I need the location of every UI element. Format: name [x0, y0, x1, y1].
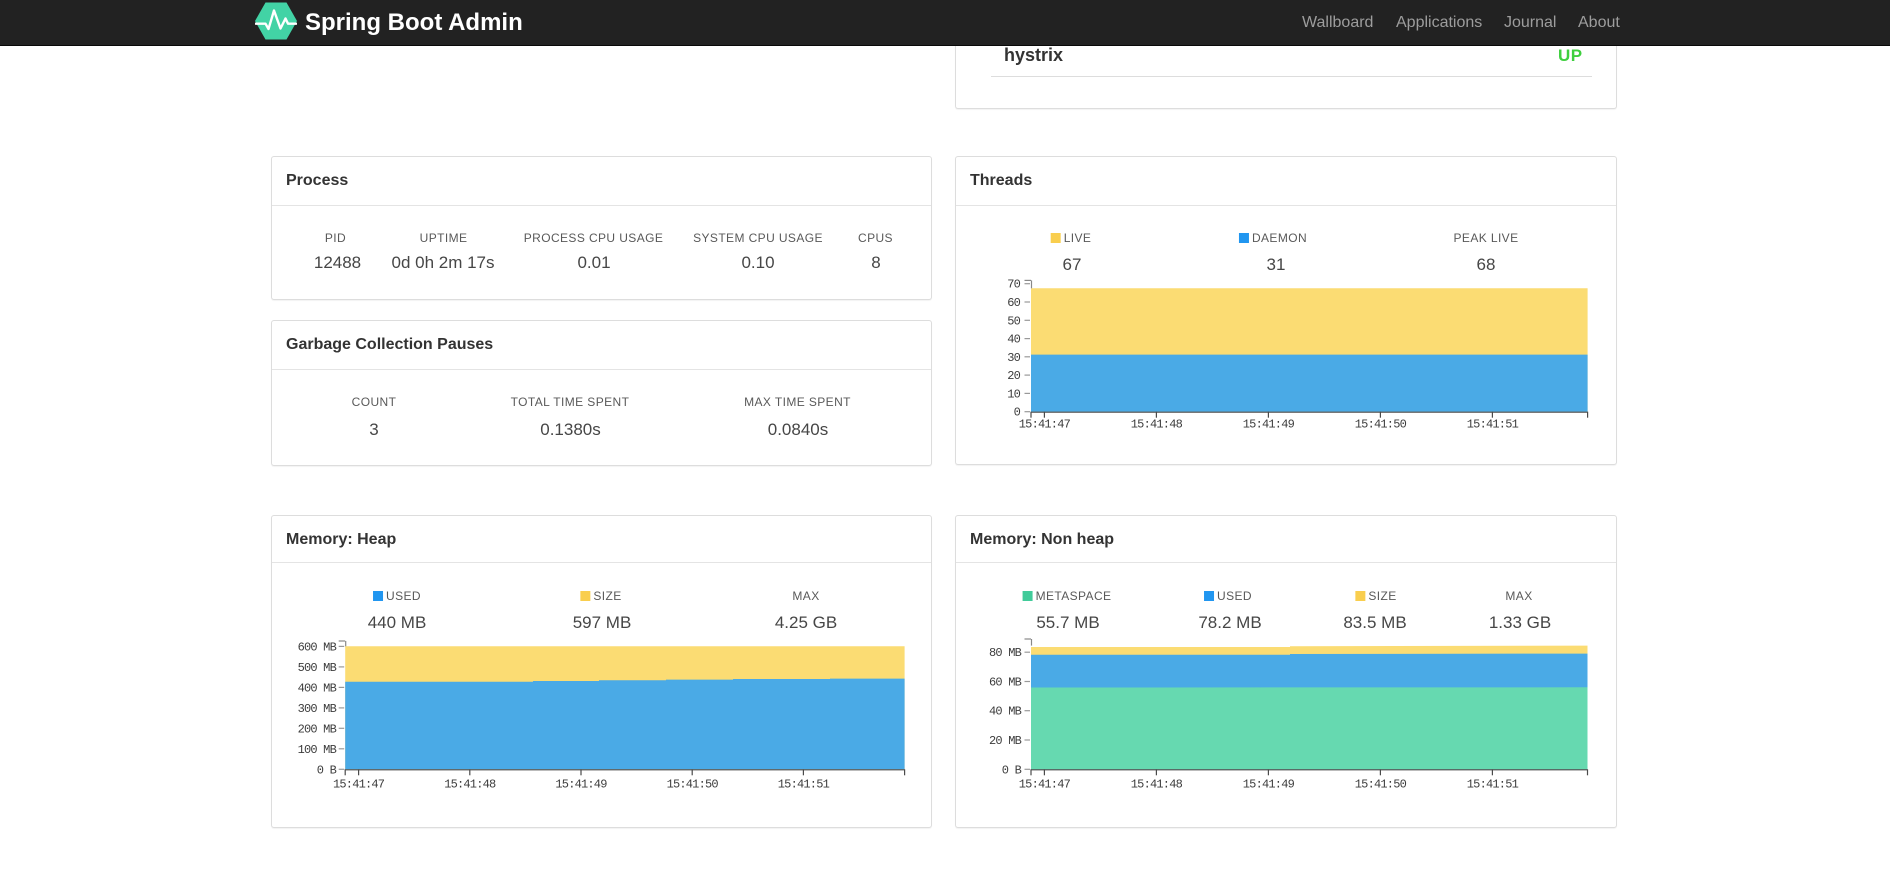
svg-text:600 MB: 600 MB	[298, 640, 337, 654]
svg-text:15:41:50: 15:41:50	[1355, 778, 1407, 792]
svg-text:15:41:48: 15:41:48	[444, 778, 496, 792]
svg-text:500 MB: 500 MB	[298, 661, 337, 675]
svg-text:15:41:51: 15:41:51	[778, 778, 830, 792]
svg-text:10: 10	[1007, 387, 1020, 401]
svg-text:40 MB: 40 MB	[989, 705, 1022, 719]
svg-text:20 MB: 20 MB	[989, 734, 1022, 748]
svg-text:400 MB: 400 MB	[298, 681, 337, 695]
svg-text:15:41:50: 15:41:50	[1355, 418, 1407, 432]
svg-text:100 MB: 100 MB	[298, 743, 337, 757]
svg-text:40: 40	[1007, 333, 1020, 347]
svg-text:0 B: 0 B	[317, 763, 337, 777]
svg-text:15:41:51: 15:41:51	[1467, 418, 1519, 432]
svg-text:80 MB: 80 MB	[989, 646, 1022, 660]
svg-text:300 MB: 300 MB	[298, 702, 337, 716]
svg-text:200 MB: 200 MB	[298, 722, 337, 736]
svg-text:60: 60	[1007, 296, 1020, 310]
svg-text:50: 50	[1007, 314, 1020, 328]
svg-text:70: 70	[1007, 278, 1020, 292]
svg-text:15:41:49: 15:41:49	[555, 778, 607, 792]
svg-text:15:41:47: 15:41:47	[333, 778, 385, 792]
svg-text:20: 20	[1007, 369, 1020, 383]
svg-text:15:41:48: 15:41:48	[1131, 418, 1183, 432]
svg-text:0 B: 0 B	[1002, 763, 1022, 777]
svg-text:15:41:49: 15:41:49	[1243, 778, 1295, 792]
svg-text:15:41:48: 15:41:48	[1131, 778, 1183, 792]
svg-text:15:41:51: 15:41:51	[1467, 778, 1519, 792]
svg-text:15:41:49: 15:41:49	[1243, 418, 1295, 432]
svg-text:15:41:50: 15:41:50	[667, 778, 719, 792]
svg-text:15:41:47: 15:41:47	[1019, 778, 1071, 792]
svg-text:30: 30	[1007, 351, 1020, 365]
svg-text:15:41:47: 15:41:47	[1019, 418, 1071, 432]
svg-text:60 MB: 60 MB	[989, 676, 1022, 690]
